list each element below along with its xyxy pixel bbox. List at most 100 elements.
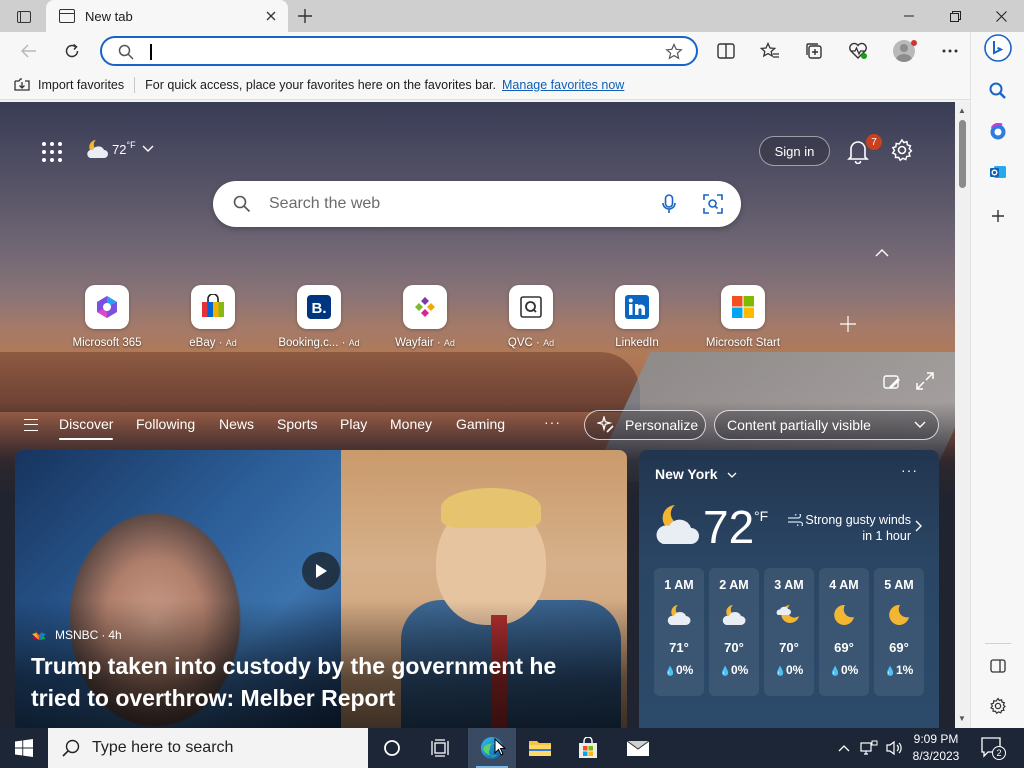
sidebar-outlook-button[interactable] — [984, 158, 1012, 186]
favorite-star-icon[interactable] — [665, 43, 683, 61]
split-screen-button[interactable] — [711, 37, 741, 65]
quick-link-ebay[interactable]: eBay · Ad — [160, 285, 266, 355]
quick-link-label: Booking.c... — [278, 337, 339, 349]
sidebar-add-button[interactable] — [984, 202, 1012, 230]
web-search-box[interactable]: Search the web — [213, 181, 741, 227]
expand-icon[interactable] — [916, 372, 934, 390]
start-button[interactable] — [0, 728, 48, 768]
feed-tab-play[interactable]: Play — [340, 416, 367, 432]
quick-link-linkedin[interactable]: LinkedIn — [584, 285, 690, 355]
hour-time: 4 AM — [829, 578, 859, 592]
weather-more-button[interactable]: ··· — [901, 462, 918, 478]
menu-icon[interactable] — [24, 419, 38, 431]
feed-tab-news[interactable]: News — [219, 416, 254, 432]
scroll-down-arrow[interactable]: ▼ — [958, 714, 966, 723]
address-input[interactable] — [152, 41, 652, 63]
tab-new-tab[interactable]: New tab — [46, 0, 288, 32]
hourly-forecast-item[interactable]: 2 AM 70° 💧0% — [709, 568, 759, 696]
hero-news-card[interactable]: MSNBC · 4h Trump taken into custody by t… — [15, 450, 627, 728]
address-bar[interactable] — [100, 36, 698, 66]
play-video-button[interactable] — [302, 552, 340, 590]
app-launcher-button[interactable] — [42, 142, 62, 162]
import-favorites-button[interactable]: Import favorites — [14, 78, 124, 92]
edit-background-icon[interactable] — [883, 373, 901, 391]
feed-tab-gaming[interactable]: Gaming — [456, 416, 505, 432]
linkedin-icon — [615, 285, 659, 329]
content-visibility-dropdown[interactable]: Content partially visible — [714, 410, 939, 440]
favorites-button[interactable] — [755, 37, 785, 65]
weather-city-selector[interactable]: New York — [655, 466, 737, 482]
scroll-up-arrow[interactable]: ▲ — [958, 106, 966, 115]
weather-alert[interactable]: Strong gusty winds in 1 hour — [787, 512, 911, 544]
sidebar-search-button[interactable] — [984, 77, 1012, 105]
hour-time: 5 AM — [884, 578, 914, 592]
partly-cloudy-night-icon — [656, 505, 699, 544]
refresh-icon — [65, 43, 79, 58]
cortana-button[interactable] — [368, 728, 416, 768]
collections-button[interactable] — [799, 37, 829, 65]
chevron-up-icon[interactable] — [838, 744, 850, 752]
profile-status-dot — [911, 40, 917, 46]
hourly-forecast-item[interactable]: 5 AM 69° 💧1% — [874, 568, 924, 696]
quick-link-label: Wayfair — [395, 337, 434, 349]
taskbar-store[interactable] — [564, 728, 612, 768]
refresh-button[interactable] — [57, 37, 87, 65]
feed-tab-sports[interactable]: Sports — [277, 416, 317, 432]
hourly-forecast-item[interactable]: 1 AM 71° 💧0% — [654, 568, 704, 696]
new-tab-button[interactable] — [292, 4, 318, 28]
back-button[interactable] — [14, 37, 44, 65]
weather-mini[interactable]: 72 °F — [84, 138, 154, 160]
restore-button[interactable] — [932, 0, 978, 32]
microphone-icon[interactable] — [661, 194, 677, 214]
visual-search-icon[interactable] — [703, 194, 723, 214]
bing-chat-button[interactable] — [984, 34, 1012, 62]
window-close-button[interactable] — [978, 0, 1024, 32]
sidebar-settings-button[interactable] — [984, 692, 1012, 720]
taskbar-file-explorer[interactable] — [516, 728, 564, 768]
hourly-forecast-item[interactable]: 4 AM 69° 💧0% — [819, 568, 869, 696]
network-icon[interactable] — [860, 740, 878, 756]
taskbar-mail[interactable] — [614, 728, 662, 768]
hero-headline[interactable]: Trump taken into custody by the governme… — [31, 650, 591, 714]
manage-favorites-link[interactable]: Manage favorites now — [502, 78, 624, 92]
more-icon — [942, 49, 958, 53]
gear-icon[interactable] — [890, 138, 914, 162]
quick-link-microsoft-365[interactable]: Microsoft 365 — [54, 285, 160, 355]
minimize-button[interactable] — [886, 0, 932, 32]
import-favorites-label: Import favorites — [38, 77, 125, 92]
scrollbar-thumb[interactable] — [959, 120, 966, 188]
clock[interactable]: 9:09 PM 8/3/2023 — [905, 731, 967, 765]
collapse-quick-links-icon[interactable] — [875, 248, 889, 258]
hour-temp: 69° — [889, 640, 909, 655]
feed-tab-money[interactable]: Money — [390, 416, 432, 432]
tab-close-button[interactable] — [260, 5, 282, 27]
moon-icon — [889, 604, 909, 625]
tab-actions-button[interactable] — [10, 6, 38, 28]
personalize-button[interactable]: Personalize — [584, 410, 706, 440]
hour-precip: 0% — [675, 663, 694, 677]
quick-link-wayfair[interactable]: Wayfair · Ad — [372, 285, 478, 355]
weather-card[interactable]: New York ··· 72 °F Strong gusty winds in… — [639, 450, 939, 728]
quick-link-booking[interactable]: B. Booking.c... · Ad — [266, 285, 372, 355]
volume-icon[interactable] — [886, 740, 904, 756]
browser-essentials-button[interactable] — [843, 37, 873, 65]
settings-and-more-button[interactable] — [935, 37, 965, 65]
taskbar-search-box[interactable]: Type here to search — [48, 728, 368, 768]
restore-icon — [949, 10, 961, 22]
sign-in-button[interactable]: Sign in — [759, 136, 830, 166]
feed-tab-discover[interactable]: Discover — [59, 416, 114, 440]
quick-link-microsoft-start[interactable]: Microsoft Start — [690, 285, 796, 355]
hour-temp: 71° — [669, 640, 689, 655]
action-center-button[interactable]: 2 — [980, 736, 1006, 760]
hourly-forecast-item[interactable]: 3 AM 70° 💧0% — [764, 568, 814, 696]
page-scrollbar[interactable]: ▲ ▼ — [955, 102, 970, 728]
taskbar-edge[interactable] — [468, 728, 516, 768]
quick-link-qvc[interactable]: QVC · Ad — [478, 285, 584, 355]
sidebar-office-button[interactable] — [984, 118, 1012, 146]
feed-more-button[interactable]: ··· — [544, 414, 561, 430]
hide-sidebar-button[interactable] — [984, 652, 1012, 680]
add-quick-link-icon[interactable] — [838, 314, 858, 334]
partly-cloudy-night-icon — [87, 140, 108, 158]
feed-tab-following[interactable]: Following — [136, 416, 195, 432]
task-view-button[interactable] — [416, 728, 464, 768]
